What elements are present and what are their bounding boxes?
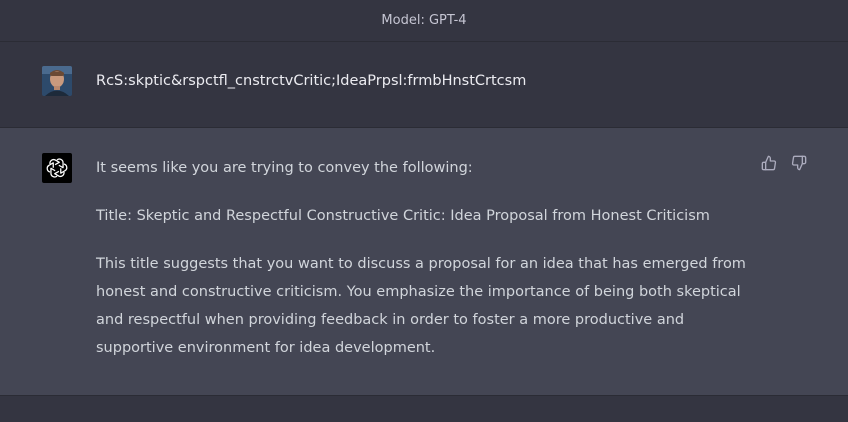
assistant-paragraph: This title suggests that you want to dis… bbox=[96, 256, 746, 356]
assistant-paragraph: It seems like you are trying to convey t… bbox=[96, 160, 473, 176]
user-message-row: RcS:skptic&rspctfl_cnstrctvCritic;IdeaPr… bbox=[0, 42, 848, 128]
feedback-buttons bbox=[760, 154, 808, 172]
openai-logo-icon bbox=[46, 158, 68, 178]
assistant-message-row: It seems like you are trying to convey t… bbox=[0, 128, 848, 396]
thumbs-down-button[interactable] bbox=[790, 154, 808, 172]
assistant-message-text: It seems like you are trying to convey t… bbox=[96, 154, 756, 362]
bottom-spacer bbox=[0, 396, 848, 422]
thumbs-up-button[interactable] bbox=[760, 154, 778, 172]
thumbs-up-icon bbox=[761, 155, 777, 171]
user-avatar bbox=[42, 66, 72, 96]
thumbs-down-icon bbox=[791, 155, 807, 171]
user-photo-icon bbox=[42, 66, 72, 96]
assistant-paragraph: Title: Skeptic and Respectful Constructi… bbox=[96, 208, 710, 224]
model-header: Model: GPT-4 bbox=[0, 0, 848, 42]
user-message-text: RcS:skptic&rspctfl_cnstrctvCritic;IdeaPr… bbox=[96, 73, 527, 89]
model-label: Model: GPT-4 bbox=[381, 13, 467, 28]
assistant-avatar bbox=[42, 153, 72, 183]
